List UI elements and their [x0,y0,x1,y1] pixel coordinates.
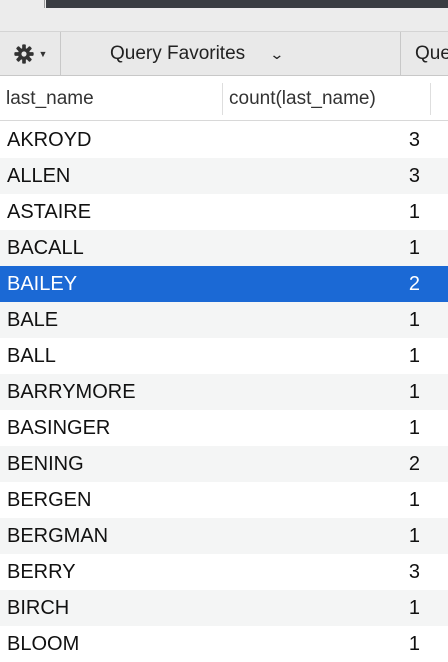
cell-count: 1 [408,200,420,223]
cell-count: 1 [408,524,420,547]
table-row[interactable]: BALL 1 [0,338,448,374]
results-table: AKROYD 3 ALLEN 3 ASTAIRE 1 BACALL 1 BAILEY 2 BALE 1… [0,122,448,662]
cell-last-name: BERGEN [7,488,92,511]
cell-count: 1 [408,380,420,403]
cell-count: 3 [408,560,420,583]
cell-last-name: BALE [7,308,59,331]
column-header-count[interactable]: count(last_name) [229,77,376,121]
table-row[interactable]: BACALL 1 [0,230,448,266]
cell-last-name: ALLEN [7,164,71,187]
cell-count: 2 [408,272,420,295]
gear-menu-button[interactable]: ▼ [0,32,61,76]
table-row[interactable]: BENING 2 [0,446,448,482]
table-header: last_name count(last_name) [0,77,448,121]
cell-count: 1 [408,308,420,331]
cell-count: 1 [408,596,420,619]
chevron-down-icon: ▼ [38,49,48,59]
table-row[interactable]: AKROYD 3 [0,122,448,158]
table-row[interactable]: BARRYMORE 1 [0,374,448,410]
column-resize-handle[interactable] [222,83,223,115]
table-row[interactable]: BERGMAN 1 [0,518,448,554]
cell-last-name: BASINGER [7,416,111,439]
column-header-last-name[interactable]: last_name [6,77,94,121]
query-history-button[interactable]: Que [415,32,448,76]
cell-last-name: BALL [7,344,56,367]
table-row[interactable]: BIRCH 1 [0,590,448,626]
window-divider [44,0,45,8]
query-favorites-label: Query Favorites [110,43,246,64]
cell-last-name: BLOOM [7,632,80,655]
window-titlebar-dark [46,0,448,8]
toolbar-separator [400,32,401,76]
cell-count: 1 [408,344,420,367]
query-favorites-button[interactable]: Query Favorites ⌄ [110,32,285,76]
cell-count: 1 [408,416,420,439]
query-toolbar: ▼ Query Favorites ⌄ Que [0,32,448,76]
table-row[interactable]: ASTAIRE 1 [0,194,448,230]
cell-last-name: BAILEY [7,272,78,295]
cell-last-name: BACALL [7,236,84,259]
query-history-label: Que [415,43,448,64]
cell-count: 2 [408,452,420,475]
cell-last-name: BERRY [7,560,76,583]
table-row[interactable]: BLOOM 1 [0,626,448,662]
table-row[interactable]: BASINGER 1 [0,410,448,446]
table-row[interactable]: BALE 1 [0,302,448,338]
cell-count: 1 [408,236,420,259]
cell-count: 1 [408,488,420,511]
table-row[interactable]: BERGEN 1 [0,482,448,518]
cell-count: 1 [408,632,420,655]
column-resize-handle[interactable] [430,83,431,115]
window-top-strip [0,0,448,32]
chevron-down-icon: ⌄ [269,45,285,62]
gear-icon [13,44,34,64]
cell-last-name: ASTAIRE [7,200,92,223]
cell-last-name: BARRYMORE [7,380,136,403]
cell-last-name: BERGMAN [7,524,109,547]
cell-count: 3 [408,164,420,187]
table-row[interactable]: BERRY 3 [0,554,448,590]
cell-last-name: AKROYD [7,128,92,151]
cell-last-name: BIRCH [7,596,70,619]
cell-last-name: BENING [7,452,84,475]
table-row[interactable]: BAILEY 2 [0,266,448,302]
table-row[interactable]: ALLEN 3 [0,158,448,194]
cell-count: 3 [408,128,420,151]
